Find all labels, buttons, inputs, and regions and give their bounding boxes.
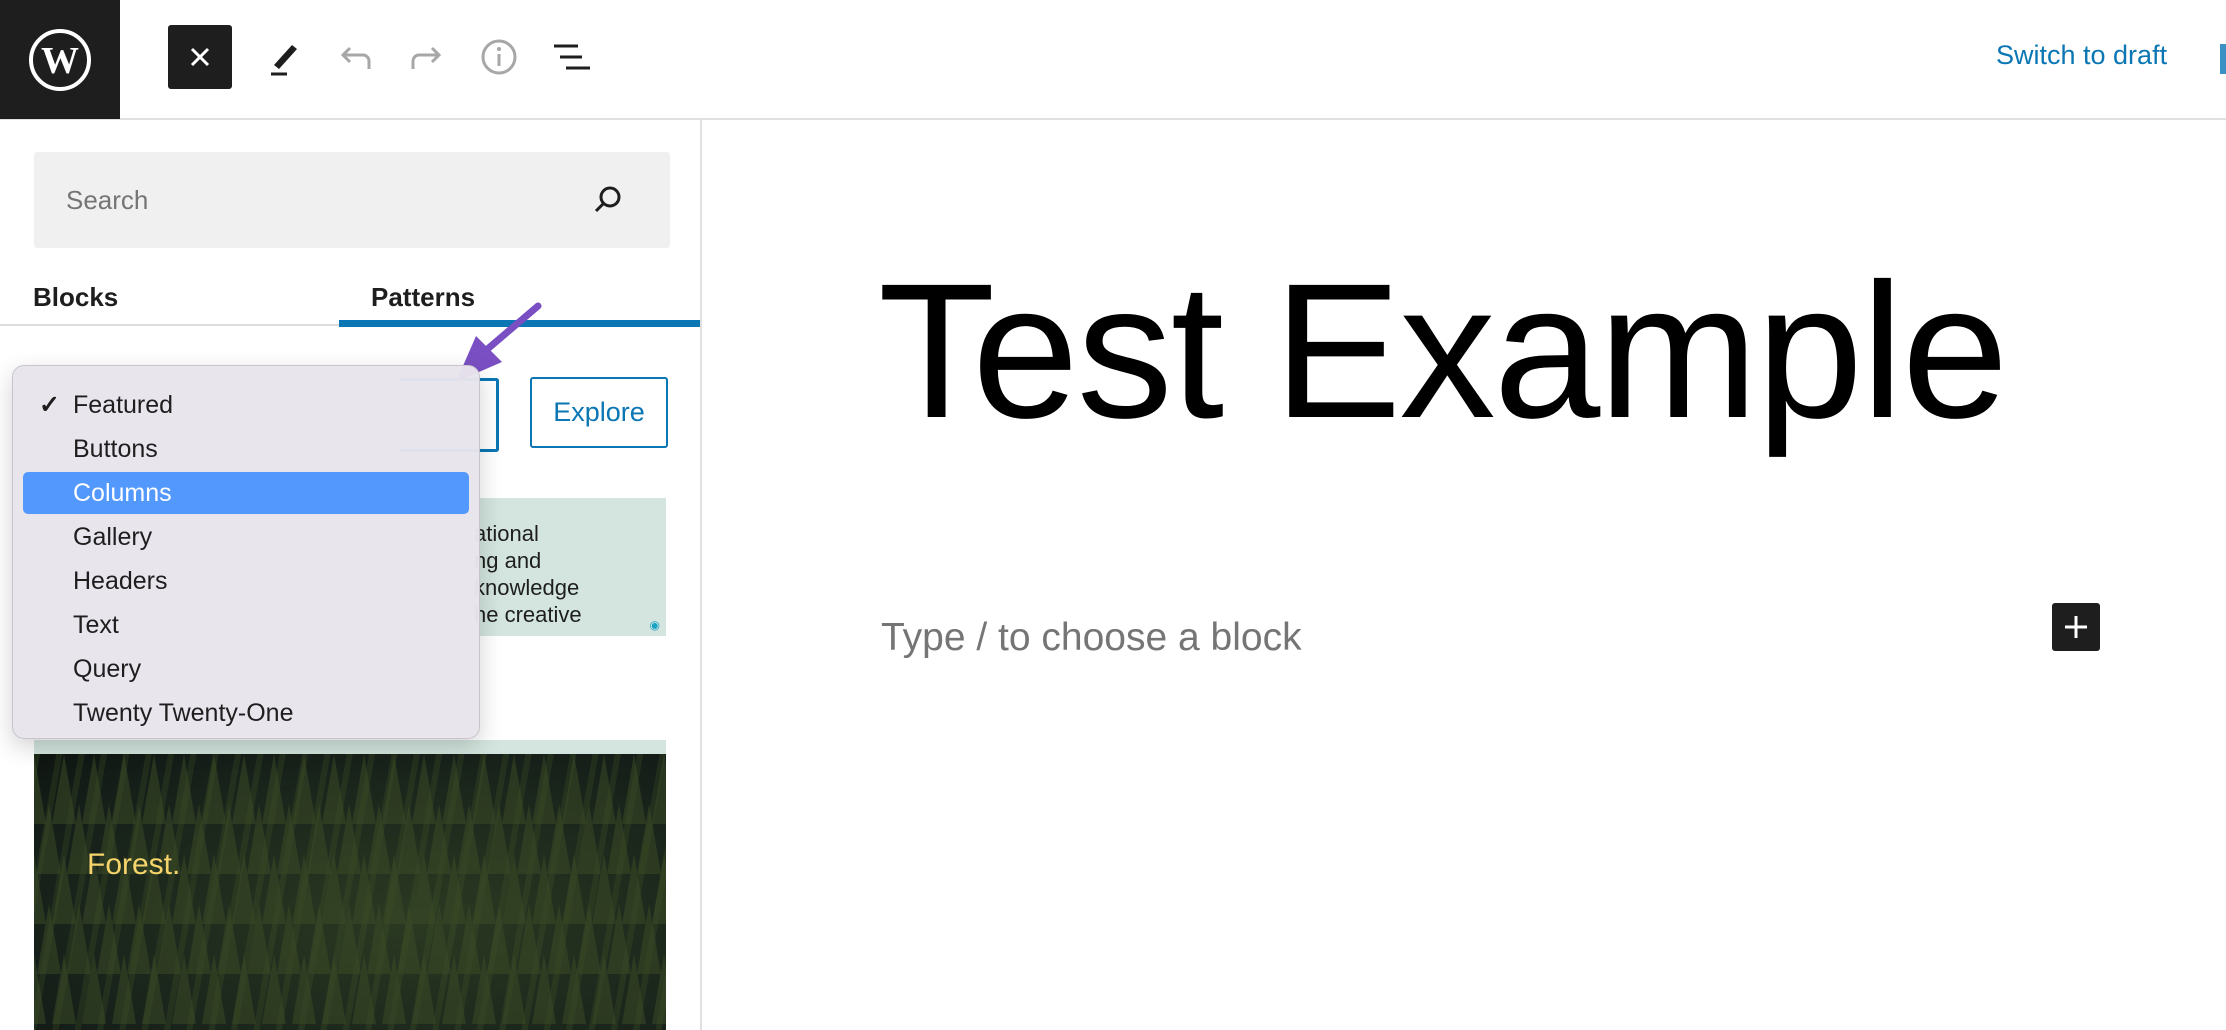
preview-button-partial[interactable] [2220,44,2226,74]
dropdown-option-label: Buttons [73,435,158,463]
tree-shape [622,754,646,824]
post-title[interactable]: Test Example [878,255,2008,447]
dropdown-option-label: Text [73,611,119,639]
tree-shape [652,754,666,824]
preview-line: ng and [474,548,542,573]
tree-shape [232,754,256,824]
tree-shape [52,754,76,824]
pattern-category-dropdown: ✓ Featured Buttons Columns Gallery Headers Tex… [12,365,480,739]
details-button[interactable] [472,30,526,84]
dropdown-option-columns[interactable]: Columns [23,472,469,514]
search-input[interactable] [34,152,594,248]
dropdown-option-label: Featured [73,391,174,419]
dropdown-option-label: Query [73,655,142,683]
dropdown-option-gallery[interactable]: Gallery [23,516,469,558]
list-view-icon [554,44,590,70]
dropdown-option-query[interactable]: Query [23,648,469,690]
wordpress-logo[interactable]: W [0,0,120,119]
close-icon [190,47,210,67]
tree-shape [442,754,466,824]
dropdown-option-buttons[interactable]: Buttons [23,428,469,470]
tree-shape [532,754,556,824]
tree-shape [82,754,106,824]
tab-blocks[interactable]: Blocks [33,282,118,313]
wordpress-icon: W [29,28,91,91]
checkmark-icon: ✓ [39,391,60,419]
pattern-preview-text: ational ng and knowledge he creative [474,520,582,628]
explore-button[interactable]: Explore [530,377,668,448]
grammarly-icon: ◉ [649,618,660,632]
undo-icon [340,46,371,69]
svg-text:W: W [41,40,79,82]
tree-shape [382,754,406,824]
forest-image [34,754,666,1024]
redo-button[interactable] [400,30,454,84]
forest-heading: Forest. [87,848,181,881]
close-inserter-button[interactable] [168,25,232,89]
tree-shape [592,754,616,824]
search-box [34,152,670,248]
tree-shape [412,754,436,824]
dropdown-option-label: Gallery [73,523,153,551]
tree-shape [322,754,346,824]
tree-shape [34,754,46,824]
dropdown-option-label: Headers [73,567,168,595]
pattern-preview-forest[interactable]: Forest. [34,754,666,1030]
tree-shape [352,754,376,824]
plus-icon [2065,616,2087,638]
tools-button[interactable] [257,30,311,84]
dropdown-option-label: Twenty Twenty-One [73,699,294,727]
editor-header: W Switch to draft [0,0,2226,120]
list-view-button[interactable] [545,30,599,84]
dropdown-option-twenty-twenty-one[interactable]: Twenty Twenty-One [23,692,469,734]
tree-shape [502,754,526,824]
preview-line: knowledge [474,575,580,600]
tree-shape [562,754,586,824]
dropdown-option-featured[interactable]: ✓ Featured [23,384,469,426]
dropdown-option-text[interactable]: Text [23,604,469,646]
add-block-button[interactable] [2052,603,2100,651]
dropdown-option-headers[interactable]: Headers [23,560,469,602]
pencil-icon [271,45,297,76]
tree-shape [112,754,136,824]
tree-shape [292,754,316,824]
preview-line: ational [474,521,539,546]
tree-shape [472,754,496,824]
block-placeholder[interactable]: Type / to choose a block [881,616,1302,660]
undo-button[interactable] [328,30,382,84]
tree-shape [172,754,196,824]
tree-shape [202,754,226,824]
tree-shape [142,754,166,824]
dropdown-option-label: Columns [73,479,172,507]
preview-line: he creative [474,602,582,627]
pattern-preview-border [34,740,666,754]
switch-to-draft-button[interactable]: Switch to draft [1996,40,2167,71]
tree-shape [262,754,286,824]
info-icon [481,39,517,75]
search-icon[interactable] [590,182,626,218]
redo-icon [411,46,442,69]
